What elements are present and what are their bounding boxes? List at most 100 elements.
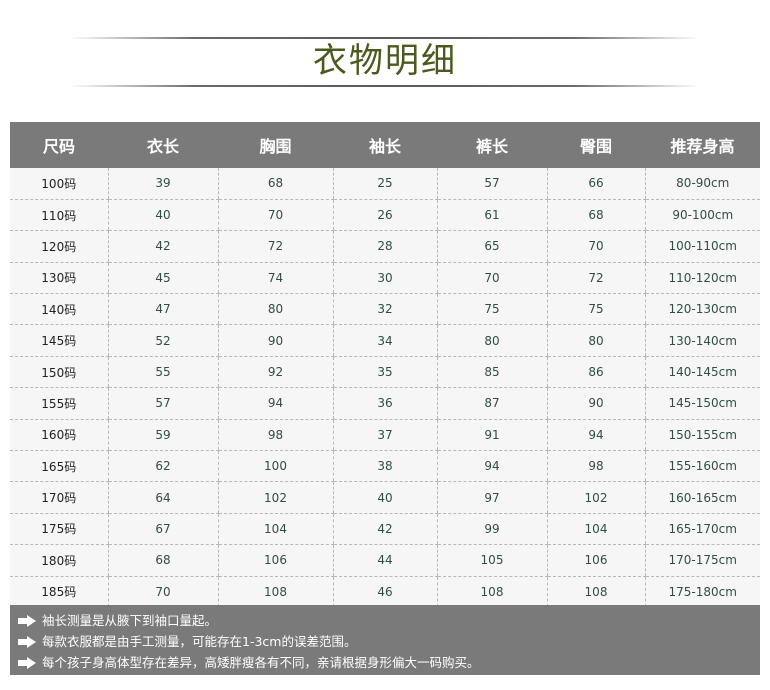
table-cell: 37: [332, 419, 437, 452]
table-cell: 45: [107, 262, 218, 295]
table-cell: 40: [107, 199, 218, 232]
size-cell: 160码: [10, 419, 108, 452]
table-cell: 35: [332, 356, 437, 389]
table-cell: 59: [107, 419, 218, 452]
table-cell: 94: [546, 419, 645, 452]
size-cell: 170码: [10, 481, 108, 514]
table-cell: 94: [217, 387, 333, 420]
title-section: 衣物明细: [0, 0, 770, 110]
table-row: 165码 62 100 38 94 98 155-160cm: [10, 450, 760, 483]
arrow-right-icon: [18, 614, 36, 627]
table-cell: 68: [546, 199, 645, 232]
table-cell: 100: [217, 450, 333, 483]
table-cell: 97: [436, 481, 547, 514]
table-cell: 68: [217, 168, 333, 200]
table-cell: 102: [217, 481, 333, 514]
table-cell: 90-100cm: [644, 199, 760, 232]
table-cell: 66: [546, 168, 645, 200]
table-row: 120码 42 72 28 65 70 100-110cm: [10, 230, 760, 263]
table-cell: 28: [332, 230, 437, 263]
table-cell: 165-170cm: [644, 513, 760, 546]
notes-panel: 袖长测量是从腋下到袖口量起。 每款衣服都是由手工测量，可能存在1-3cm的误差范…: [10, 605, 760, 675]
table-cell: 110-120cm: [644, 262, 760, 295]
table-cell: 75: [436, 293, 547, 326]
arrow-right-icon: [18, 635, 36, 648]
table-row: 130码 45 74 30 70 72 110-120cm: [10, 262, 760, 295]
header-cell: 尺码: [42, 137, 75, 156]
table-cell: 40: [332, 481, 437, 514]
table-row: 180码 68 106 44 105 106 170-175cm: [10, 544, 760, 577]
table-cell: 108: [546, 576, 645, 608]
table-cell: 47: [107, 293, 218, 326]
table-row: 140码 47 80 32 75 75 120-130cm: [10, 293, 760, 326]
table-cell: 87: [436, 387, 547, 420]
table-cell: 120-130cm: [644, 293, 760, 326]
size-chart-table: 尺码 衣长 胸围 袖长 裤长 臀围 推荐身高 100码 39 68 25 57 66 80-…: [10, 122, 760, 608]
header-cell: 衣长: [146, 137, 179, 156]
size-cell: 145码: [10, 324, 108, 357]
table-cell: 90: [546, 387, 645, 420]
size-cell: 180码: [10, 544, 108, 577]
table-cell: 100-110cm: [644, 230, 760, 263]
table-cell: 62: [107, 450, 218, 483]
table-row: 155码 57 94 36 87 90 145-150cm: [10, 387, 760, 420]
title-divider-bottom: [70, 85, 700, 87]
table-cell: 70: [546, 230, 645, 263]
table-cell: 30: [332, 262, 437, 295]
table-cell: 67: [107, 513, 218, 546]
table-cell: 98: [546, 450, 645, 483]
table-cell: 72: [217, 230, 333, 263]
header-cell: 臀围: [579, 137, 612, 156]
table-cell: 46: [332, 576, 437, 608]
page-title: 衣物明细: [313, 41, 457, 81]
table-row: 150码 55 92 35 85 86 140-145cm: [10, 356, 760, 389]
table-cell: 38: [332, 450, 437, 483]
table-cell: 80: [546, 324, 645, 357]
size-cell: 130码: [10, 262, 108, 295]
header-cell: 推荐身高: [670, 137, 735, 156]
table-cell: 42: [332, 513, 437, 546]
table-cell: 74: [217, 262, 333, 295]
table-cell: 94: [436, 450, 547, 483]
table-header-row: 尺码 衣长 胸围 袖长 裤长 臀围 推荐身高: [10, 122, 760, 168]
table-cell: 105: [436, 544, 547, 577]
table-cell: 65: [436, 230, 547, 263]
table-cell: 75: [546, 293, 645, 326]
note-item: 每个孩子身高体型存在差异，高矮胖瘦各有不同，亲请根据身形偏大一码购买。: [18, 652, 760, 673]
table-cell: 80-90cm: [644, 168, 760, 200]
table-cell: 80: [436, 324, 547, 357]
table-cell: 92: [217, 356, 333, 389]
size-cell: 140码: [10, 293, 108, 326]
table-row: 145码 52 90 34 80 80 130-140cm: [10, 324, 760, 357]
table-cell: 140-145cm: [644, 356, 760, 389]
table-row: 170码 64 102 40 97 102 160-165cm: [10, 481, 760, 514]
note-item: 每款衣服都是由手工测量，可能存在1-3cm的误差范围。: [18, 631, 760, 652]
header-cell: 袖长: [368, 137, 401, 156]
arrow-right-icon: [18, 656, 36, 669]
table-cell: 108: [436, 576, 547, 608]
table-cell: 104: [546, 513, 645, 546]
table-cell: 91: [436, 419, 547, 452]
size-cell: 165码: [10, 450, 108, 483]
table-cell: 130-140cm: [644, 324, 760, 357]
table-cell: 52: [107, 324, 218, 357]
table-cell: 70: [107, 576, 218, 608]
table-cell: 57: [107, 387, 218, 420]
table-cell: 104: [217, 513, 333, 546]
table-cell: 106: [217, 544, 333, 577]
table-cell: 70: [436, 262, 547, 295]
table-cell: 25: [332, 168, 437, 200]
table-cell: 108: [217, 576, 333, 608]
note-text: 袖长测量是从腋下到袖口量起。: [42, 613, 218, 628]
table-cell: 70: [217, 199, 333, 232]
table-cell: 86: [546, 356, 645, 389]
table-cell: 102: [546, 481, 645, 514]
table-row: 175码 67 104 42 99 104 165-170cm: [10, 513, 760, 546]
size-cell: 110码: [10, 199, 108, 232]
note-text: 每个孩子身高体型存在差异，高矮胖瘦各有不同，亲请根据身形偏大一码购买。: [42, 655, 480, 670]
table-cell: 98: [217, 419, 333, 452]
table-cell: 155-160cm: [644, 450, 760, 483]
header-cell: 胸围: [259, 137, 292, 156]
table-cell: 72: [546, 262, 645, 295]
table-row: 100码 39 68 25 57 66 80-90cm: [10, 168, 760, 200]
